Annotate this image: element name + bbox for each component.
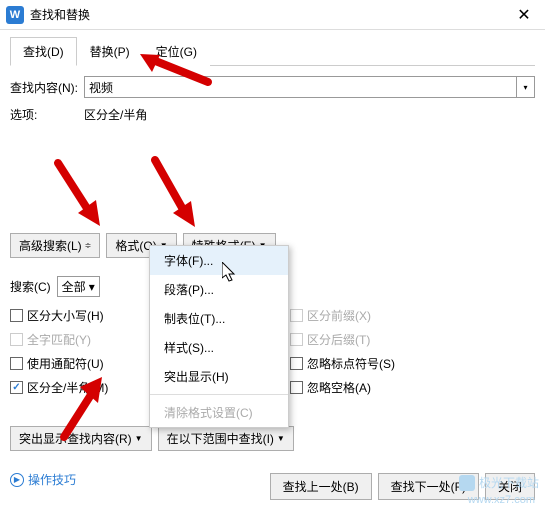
check-space[interactable]: 忽略空格(A) xyxy=(290,379,371,396)
find-in-range-button[interactable]: 在以下范围中查找(I) ▼ xyxy=(158,426,294,451)
menu-separator xyxy=(150,394,288,395)
check-wildcard-label: 使用通配符(U) xyxy=(27,355,104,372)
collapse-icon: ≑ xyxy=(85,241,92,250)
tab-find[interactable]: 查找(D) xyxy=(10,37,77,66)
format-dropdown-menu: 字体(F)... 段落(P)... 制表位(T)... 样式(S)... 突出显… xyxy=(149,245,289,428)
menu-highlight[interactable]: 突出显示(H) xyxy=(150,362,288,391)
find-prev-button[interactable]: 查找上一处(B) xyxy=(270,473,372,500)
checkbox-icon xyxy=(290,381,303,394)
play-icon: ▶ xyxy=(10,473,24,487)
tabs: 查找(D) 替换(P) 定位(G) xyxy=(10,36,535,66)
checkbox-icon xyxy=(10,333,23,346)
checkbox-icon xyxy=(10,309,23,322)
app-icon: W xyxy=(6,6,24,24)
find-content-label: 查找内容(N): xyxy=(10,79,84,96)
find-next-button[interactable]: 查找下一处(F) xyxy=(378,473,479,500)
menu-tabs[interactable]: 制表位(T)... xyxy=(150,304,288,333)
check-prefix: 区分前缀(X) xyxy=(290,307,371,324)
close-button[interactable]: 关闭 xyxy=(485,473,535,500)
check-suffix: 区分后缀(T) xyxy=(290,331,370,348)
titlebar: W 查找和替换 ✕ xyxy=(0,0,545,30)
menu-font[interactable]: 字体(F)... xyxy=(150,246,288,275)
checkbox-icon xyxy=(290,357,303,370)
highlight-label: 突出显示查找内容(R) xyxy=(19,430,132,447)
search-scope-select[interactable]: 全部 ▾ xyxy=(57,276,100,297)
tab-replace[interactable]: 替换(P) xyxy=(77,37,143,66)
help-link-label: 操作技巧 xyxy=(28,471,76,488)
help-link[interactable]: ▶ 操作技巧 xyxy=(10,471,76,488)
tab-goto[interactable]: 定位(G) xyxy=(143,37,210,66)
checkbox-icon xyxy=(290,333,303,346)
find-input[interactable] xyxy=(84,76,517,98)
checkbox-icon xyxy=(290,309,303,322)
check-wholeword-label: 全字匹配(Y) xyxy=(27,331,91,348)
check-punct[interactable]: 忽略标点符号(S) xyxy=(290,355,395,372)
chevron-down-icon: ▾ xyxy=(89,280,95,294)
check-punct-label: 忽略标点符号(S) xyxy=(307,355,395,372)
check-space-label: 忽略空格(A) xyxy=(307,379,371,396)
chevron-down-icon: ▼ xyxy=(277,434,285,443)
checkbox-checked-icon xyxy=(10,381,23,394)
check-prefix-label: 区分前缀(X) xyxy=(307,307,371,324)
chevron-down-icon: ▼ xyxy=(135,434,143,443)
check-suffix-label: 区分后缀(T) xyxy=(307,331,370,348)
advanced-search-label: 高级搜索(L) xyxy=(19,237,82,254)
search-scope-label: 搜索(C) xyxy=(10,278,51,295)
advanced-search-button[interactable]: 高级搜索(L) ≑ xyxy=(10,233,100,258)
close-icon[interactable]: ✕ xyxy=(509,0,539,30)
window-title: 查找和替换 xyxy=(30,6,509,23)
highlight-results-button[interactable]: 突出显示查找内容(R) ▼ xyxy=(10,426,152,451)
search-scope-value: 全部 xyxy=(62,278,86,295)
options-label: 选项: xyxy=(10,106,84,123)
find-history-dropdown[interactable]: ▾ xyxy=(517,76,535,98)
checkbox-icon xyxy=(10,357,23,370)
options-value: 区分全/半角 xyxy=(84,106,147,123)
menu-clear-format: 清除格式设置(C) xyxy=(150,398,288,427)
menu-style[interactable]: 样式(S)... xyxy=(150,333,288,362)
check-fullhalf-label: 区分全/半角(M) xyxy=(27,379,108,396)
find-in-label: 在以下范围中查找(I) xyxy=(167,430,274,447)
check-case-label: 区分大小写(H) xyxy=(27,307,104,324)
menu-paragraph[interactable]: 段落(P)... xyxy=(150,275,288,304)
